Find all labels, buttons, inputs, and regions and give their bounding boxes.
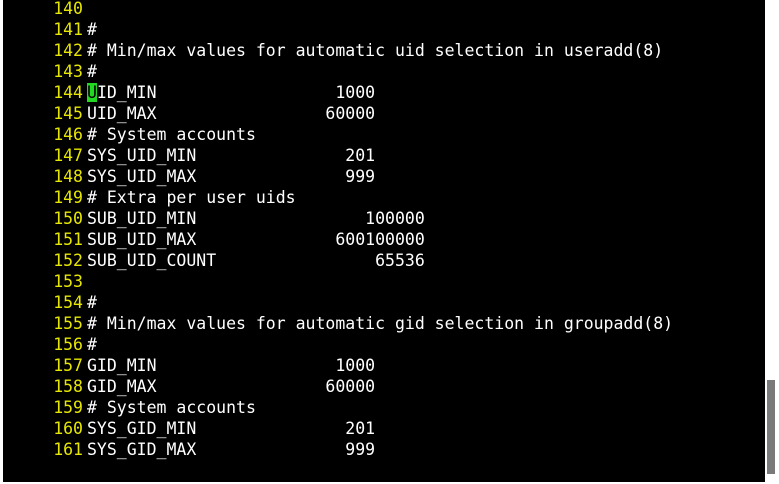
text-cursor: U [87, 83, 97, 102]
editor-line: 158 GID_MAX 60000 [3, 376, 375, 397]
editor-line: 151 SUB_UID_MAX 600100000 [3, 229, 425, 250]
line-number: 148 [53, 167, 83, 186]
editor-line: 159 # System accounts [3, 397, 256, 418]
line-number: 153 [53, 272, 83, 291]
line-number: 147 [53, 146, 83, 165]
line-text: UID_MAX 60000 [87, 104, 376, 123]
editor-line: 149 # Extra per user uids [3, 187, 296, 208]
editor-line: 156 # [3, 334, 97, 355]
editor-line: 153 [3, 271, 87, 292]
line-text: GID_MAX 60000 [87, 377, 376, 396]
line-text: SYS_UID_MIN 201 [87, 146, 376, 165]
editor-line: 141 # [3, 19, 97, 40]
editor-line: 145 UID_MAX 60000 [3, 103, 375, 124]
line-number: 140 [53, 0, 83, 18]
line-text: # [87, 293, 97, 312]
line-number: 145 [53, 104, 83, 123]
editor-screen[interactable]: 140 141 # 142 # Min/max values for automat… [3, 0, 765, 482]
line-number: 144 [53, 83, 83, 102]
editor-line: 155 # Min/max values for automatic gid se… [3, 313, 673, 334]
line-text: SUB_UID_MIN 100000 [87, 209, 425, 228]
line-text: SUB_UID_MAX 600100000 [87, 230, 425, 249]
line-number: 146 [53, 125, 83, 144]
line-number: 157 [53, 356, 83, 375]
scrollbar-thumb[interactable] [767, 380, 775, 474]
line-number: 151 [53, 230, 83, 249]
editor-line: 140 [3, 0, 87, 19]
line-number: 149 [53, 188, 83, 207]
line-number: 161 [53, 440, 83, 459]
editor-line: 157 GID_MIN 1000 [3, 355, 375, 376]
line-text: # Min/max values for automatic gid selec… [87, 314, 674, 333]
line-number: 150 [53, 209, 83, 228]
editor-line: 152 SUB_UID_COUNT 65536 [3, 250, 425, 271]
editor-line: 142 # Min/max values for automatic uid se… [3, 40, 663, 61]
line-text: # Min/max values for automatic uid selec… [87, 41, 664, 60]
line-text: SYS_UID_MAX 999 [87, 167, 376, 186]
editor-line-current: 144 UID_MIN 1000 [3, 82, 375, 103]
line-number: 152 [53, 251, 83, 270]
line-text: GID_MIN 1000 [87, 356, 376, 375]
line-number: 141 [53, 20, 83, 39]
editor-line: 143 # [3, 61, 97, 82]
line-text: SYS_GID_MIN 201 [87, 419, 376, 438]
line-number: 155 [53, 314, 83, 333]
line-number: 143 [53, 62, 83, 81]
line-number: 142 [53, 41, 83, 60]
line-text: # System accounts [87, 398, 256, 417]
line-number: 159 [53, 398, 83, 417]
line-text: ID_MIN 1000 [96, 83, 376, 102]
line-text: SUB_UID_COUNT 65536 [87, 251, 425, 270]
editor-line: 146 # System accounts [3, 124, 256, 145]
editor-line: 161 SYS_GID_MAX 999 [3, 439, 375, 460]
line-text: # System accounts [87, 125, 256, 144]
line-number: 154 [53, 293, 83, 312]
line-text: # [87, 62, 97, 81]
line-text: SYS_GID_MAX 999 [87, 440, 376, 459]
line-text: # [87, 335, 97, 354]
editor-line: 160 SYS_GID_MIN 201 [3, 418, 375, 439]
line-number: 158 [53, 377, 83, 396]
line-text: # Extra per user uids [87, 188, 296, 207]
line-number: 156 [53, 335, 83, 354]
editor-line: 150 SUB_UID_MIN 100000 [3, 208, 425, 229]
editor-line: 147 SYS_UID_MIN 201 [3, 145, 375, 166]
line-number: 160 [53, 419, 83, 438]
line-text: # [87, 20, 97, 39]
terminal-window: 140 141 # 142 # Min/max values for automat… [0, 0, 779, 484]
editor-line: 148 SYS_UID_MAX 999 [3, 166, 375, 187]
editor-line: 154 # [3, 292, 97, 313]
